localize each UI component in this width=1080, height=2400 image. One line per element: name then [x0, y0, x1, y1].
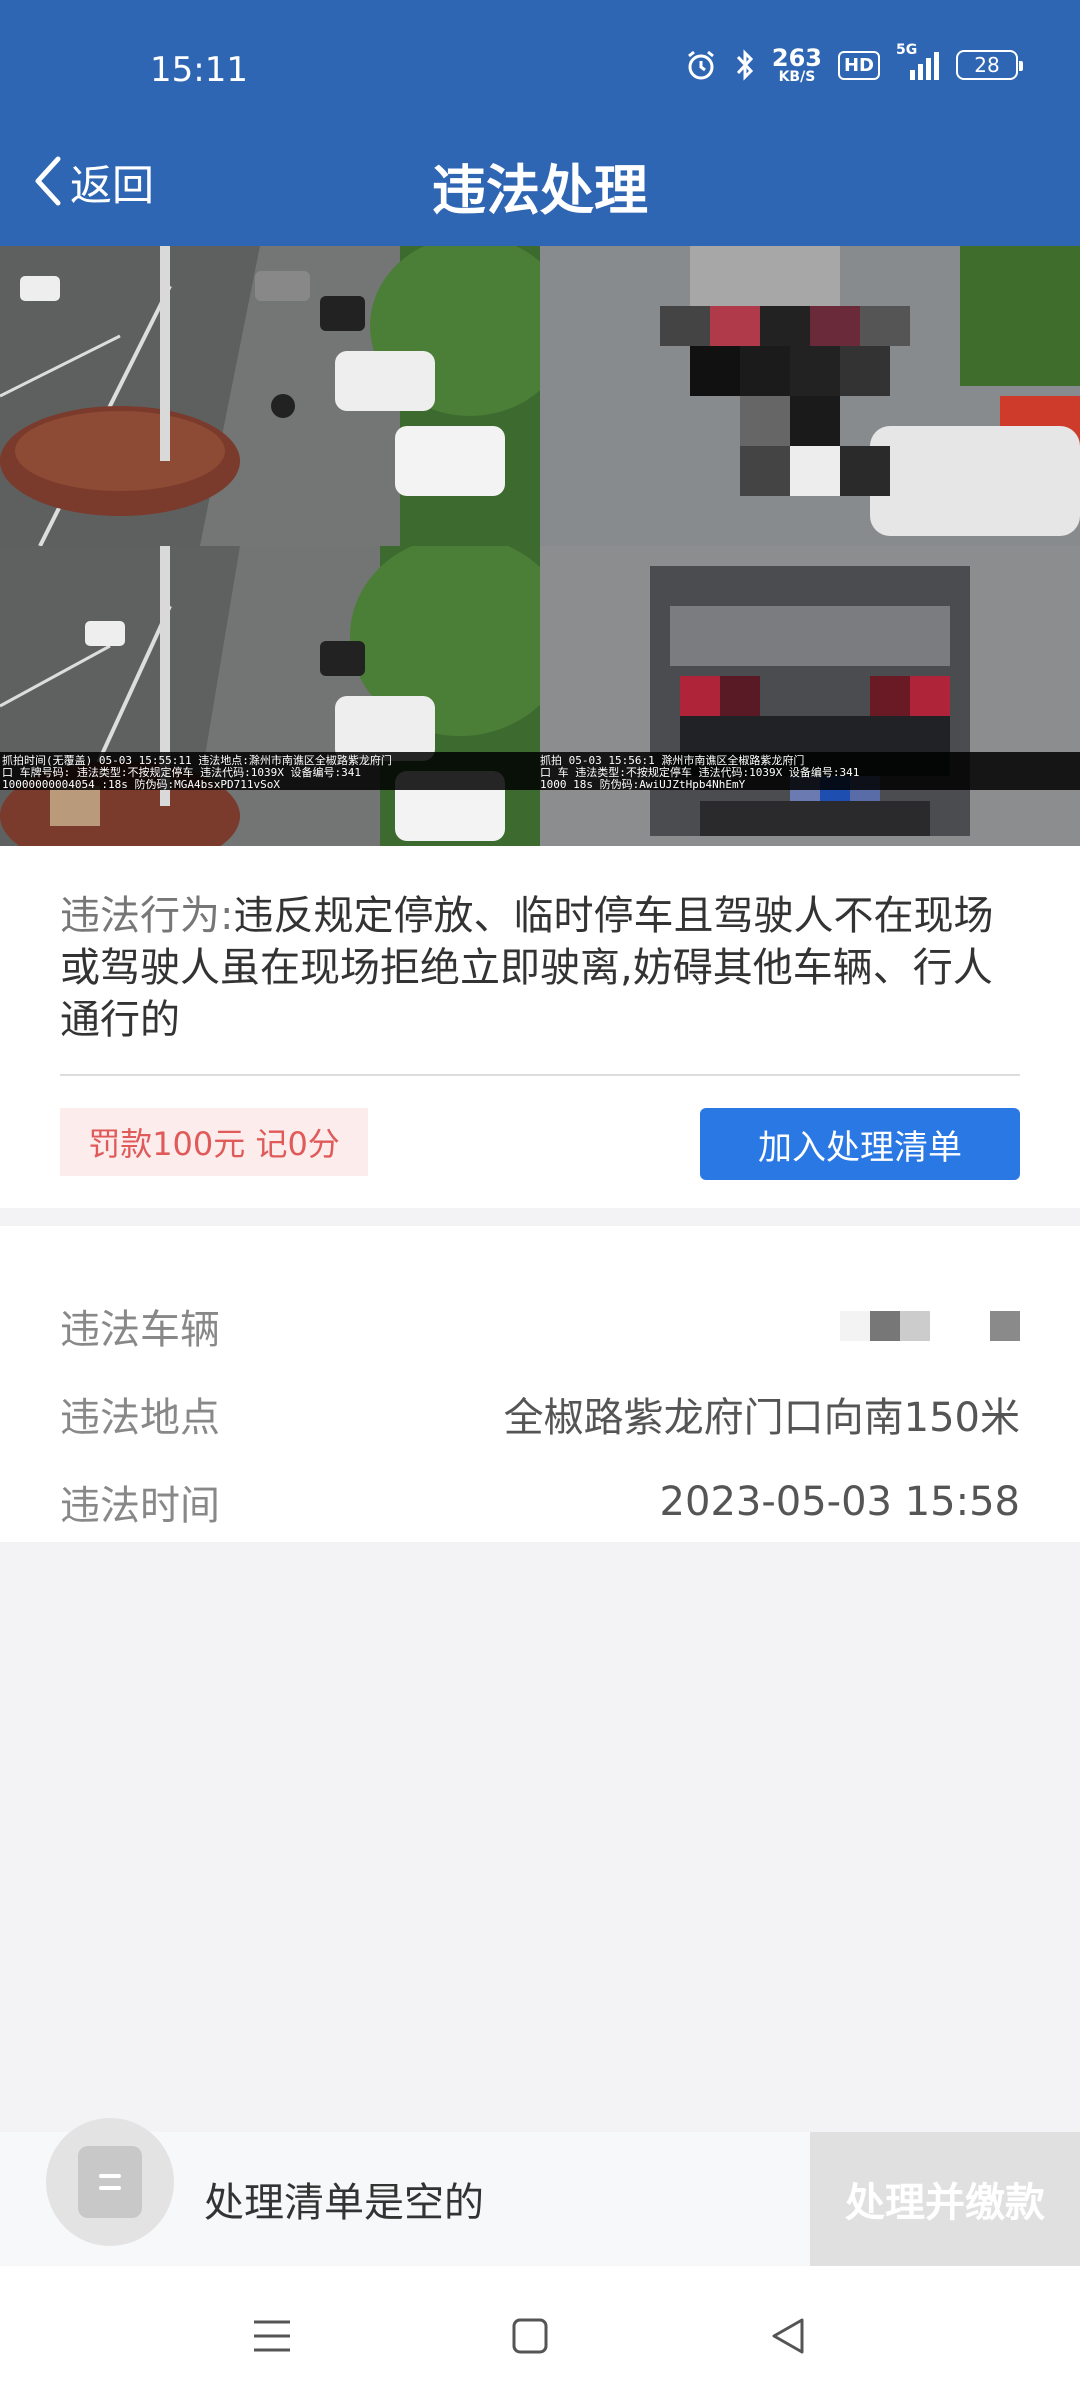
vehicle-row: 违法车辆 — [60, 1296, 1020, 1356]
location-label: 违法地点 — [60, 1395, 220, 1441]
details-card: 违法车辆 违法地点 全椒路紫龙府门口向南150米 违法时间 2023-05-03… — [0, 1226, 1080, 1542]
evidence-photo-3[interactable] — [0, 546, 540, 846]
violation-label: 违法行为: — [60, 893, 234, 939]
system-nav-bar — [0, 2266, 1080, 2400]
list-icon — [78, 2146, 142, 2218]
alarm-icon — [684, 48, 718, 82]
evidence-photo-4[interactable] — [540, 546, 1080, 846]
status-time: 15:11 — [150, 50, 248, 90]
list-cart-button[interactable] — [46, 2118, 174, 2246]
evidence-photo-1[interactable] — [0, 246, 540, 546]
divider — [60, 1074, 1020, 1076]
page-title: 违法处理 — [432, 159, 648, 222]
penalty-badge: 罚款100元 记0分 — [60, 1108, 368, 1176]
home-icon[interactable] — [500, 2306, 560, 2366]
status-icons: 263 KB/S HD 5G 28 — [684, 42, 1023, 85]
time-value: 2023-05-03 15:58 — [659, 1479, 1020, 1525]
time-row: 违法时间 2023-05-03 15:58 — [60, 1472, 1020, 1532]
net-speed: 263 KB/S — [771, 44, 822, 85]
location-value: 全椒路紫龙府门口向南150米 — [503, 1395, 1020, 1441]
vehicle-label: 违法车辆 — [60, 1307, 220, 1353]
empty-list-text: 处理清单是空的 — [204, 2180, 484, 2226]
checkout-bar: 处理清单是空的 处理并缴款 — [0, 2118, 1080, 2266]
violation-page: 15:11 263 KB/S HD 5G 28 返回 违法处理 抓拍时间(无覆盖… — [0, 0, 1080, 2400]
hd-badge: HD — [837, 50, 880, 80]
network-type-label: 5G — [896, 42, 918, 58]
battery-icon: 28 — [956, 50, 1023, 80]
vehicle-plate-redacted — [840, 1311, 1020, 1341]
violation-card: 违法行为:违反规定停放、临时停车且驾驶人不在现场或驾驶人虽在现场拒绝立即驶离,妨… — [0, 846, 1080, 1208]
caption-right-3: 1000 18s 防伪码:AwiUJZtHpb4NhEmY — [540, 778, 746, 791]
location-row: 违法地点 全椒路紫龙府门口向南150米 — [60, 1384, 1020, 1444]
caption-left-3: 10000000004054 :18s 防伪码:MGA4bsxPD711vSoX — [2, 778, 281, 791]
evidence-photo-2[interactable] — [540, 246, 1080, 546]
violation-description: 违法行为:违反规定停放、临时停车且驾驶人不在现场或驾驶人虽在现场拒绝立即驶离,妨… — [60, 890, 1020, 1046]
process-and-pay-button[interactable]: 处理并缴款 — [810, 2132, 1080, 2266]
back-triangle-icon[interactable] — [758, 2306, 818, 2366]
menu-icon[interactable] — [242, 2306, 302, 2366]
time-label: 违法时间 — [60, 1483, 220, 1529]
photo-caption-strip: 抓拍时间(无覆盖) 05-03 15:55:11 违法地点:滁州市南谯区全椒路紫… — [0, 752, 1080, 791]
add-to-list-button[interactable]: 加入处理清单 — [700, 1108, 1020, 1180]
signal-icon: 5G — [896, 42, 940, 82]
violation-photos: 抓拍时间(无覆盖) 05-03 15:55:11 违法地点:滁州市南谯区全椒路紫… — [0, 246, 1080, 846]
bluetooth-icon — [734, 48, 756, 82]
app-header: 15:11 263 KB/S HD 5G 28 返回 违法处理 — [0, 0, 1080, 246]
